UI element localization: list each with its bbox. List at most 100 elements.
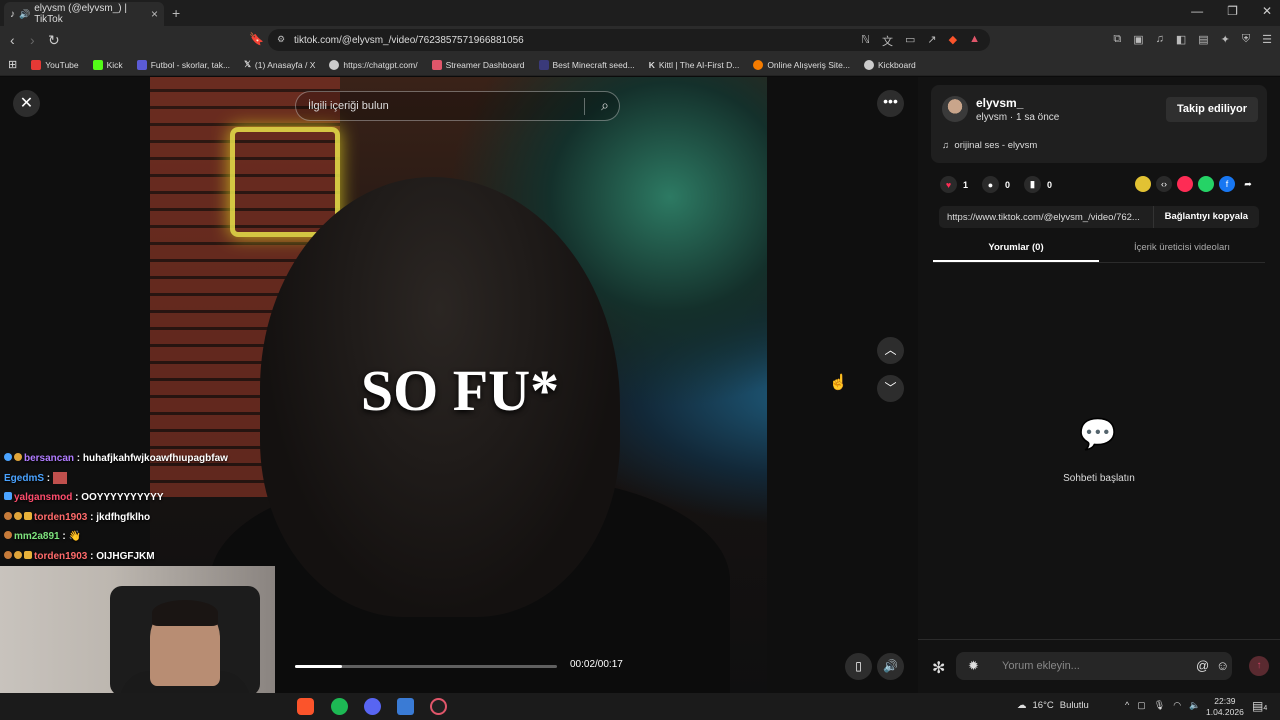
copy-link-button[interactable]: Bağlantıyı kopyala (1152, 206, 1259, 228)
follow-button[interactable]: Takip ediliyor (1166, 97, 1258, 122)
kickboard-icon (863, 59, 874, 70)
system-clock[interactable]: 22:39 1.04.2026 (1206, 696, 1244, 718)
repost-icon[interactable] (1135, 176, 1151, 192)
bookmark-kickboard[interactable]: Kickboard (863, 59, 916, 70)
chat-line: mm2a891 : 👋 (4, 527, 294, 547)
discord-taskbar-icon[interactable] (364, 698, 381, 715)
send-icon[interactable] (1177, 176, 1193, 192)
bookmark-x[interactable]: 𝕏 (1) Anasayfa / X (244, 59, 315, 70)
forward-icon[interactable]: › (30, 32, 35, 48)
toolbar-icons: ⧉ ▣ ♫ ◧ ▤ ✦ ⛨ ☰ (1113, 33, 1272, 46)
reader-icon[interactable]: ▭ (905, 33, 915, 49)
brave-shield-icon[interactable]: ◆ (949, 33, 957, 49)
clock-date: 1.04.2026 (1206, 707, 1244, 717)
weather-widget[interactable]: ☁ 16°C Bulutlu (1017, 700, 1089, 711)
translate-icon[interactable]: 文 (882, 33, 893, 49)
spotify-taskbar-icon[interactable] (331, 698, 348, 715)
kick-icon (92, 59, 103, 70)
app-taskbar-icon[interactable] (397, 698, 414, 715)
whatsapp-icon[interactable] (1198, 176, 1214, 192)
save-button[interactable]: ▮ 0 (1024, 176, 1052, 193)
bookmark-youtube[interactable]: YouTube (31, 59, 79, 70)
reload-icon[interactable]: ↻ (48, 32, 60, 49)
vpn-icon[interactable]: ⛨ (1242, 33, 1250, 46)
bookmark-kick[interactable]: Kick (92, 59, 123, 70)
chat-user: torden1903 (34, 550, 88, 562)
next-video-button[interactable]: ﹀ (877, 375, 904, 402)
badge-icon (14, 453, 22, 461)
chat-line: EgedmS : (4, 469, 294, 489)
bookmark-kittl[interactable]: K Kittl | The AI-First D... (649, 60, 740, 70)
brave-taskbar-icon[interactable] (297, 698, 314, 715)
share-arrow-icon[interactable]: ➦ (1240, 176, 1256, 192)
video-search-box[interactable]: İlgili içeriği bulun ⌕ (295, 91, 620, 121)
previous-video-button[interactable]: ︿ (877, 337, 904, 364)
video-neon-sign (230, 127, 340, 237)
bookmark-icon[interactable]: 🔖 (249, 32, 264, 46)
extension-icon[interactable]: ℕ (861, 33, 870, 49)
chevron-down-icon: ﹀ (884, 381, 897, 395)
sidebar-icon[interactable]: ◧ (1176, 33, 1186, 46)
embed-icon[interactable]: ‹› (1156, 176, 1172, 192)
speaker-icon[interactable]: 🔈 (1189, 700, 1200, 711)
mouse-cursor-icon: ☝ (829, 374, 848, 391)
share-icons: ‹› f ➦ (1135, 176, 1256, 192)
mention-icon[interactable]: @ (1196, 658, 1209, 673)
sticker-icon[interactable]: ✹ (968, 658, 979, 674)
avatar[interactable] (942, 96, 968, 122)
tab-comments[interactable]: Yorumlar (0) (933, 237, 1099, 262)
bookmark-shopping[interactable]: Online Alışveriş Site... (753, 59, 850, 70)
sidebar-tabs: Yorumlar (0) İçerik üreticisi videoları (933, 237, 1265, 263)
apps-grid-icon[interactable]: ⊞ (8, 58, 17, 71)
wallet-icon[interactable]: ▤ (1198, 33, 1208, 46)
tray-app-icon[interactable]: ▢ (1137, 700, 1146, 711)
tab-creator-videos[interactable]: İçerik üreticisi videoları (1099, 237, 1265, 262)
bookmark-futbol[interactable]: Futbol - skorlar, tak... (136, 59, 230, 70)
tray-chevron-icon[interactable]: ^ (1125, 700, 1129, 711)
clock-time: 22:39 (1214, 696, 1236, 706)
more-options-button[interactable]: ••• (877, 90, 904, 117)
comment-input[interactable]: ✹ Yorum ekleyin... @ ☺ (956, 652, 1232, 680)
screenshot-icon[interactable]: ▣ (1133, 33, 1143, 46)
leo-ai-icon[interactable]: ✦ (1221, 33, 1230, 46)
snowflake-icon[interactable]: ✻ (932, 658, 945, 678)
volume-button[interactable]: 🔊 (877, 653, 904, 680)
like-button[interactable]: ♥ 1 (940, 176, 968, 193)
bookmark-icon: ▮ (1024, 176, 1042, 193)
music-title: orijinal ses - elyvsm (954, 140, 1038, 151)
wifi-icon[interactable]: ◠ (1173, 700, 1181, 711)
music-link[interactable]: ♫ orijinal ses - elyvsm (942, 140, 1037, 151)
media-icon[interactable]: ♫ (1156, 33, 1164, 46)
facebook-icon[interactable]: f (1219, 176, 1235, 192)
close-video-button[interactable]: ✕ (13, 90, 40, 117)
send-comment-button[interactable]: ↑ (1249, 656, 1269, 676)
bookmark-minecraft[interactable]: Best Minecraft seed... (538, 59, 635, 70)
video-link[interactable]: https://www.tiktok.com/@elyvsm_/video/76… (947, 212, 1140, 223)
video-time: 00:02/00:17 (570, 659, 623, 670)
notification-icon[interactable]: ▤4 (1252, 699, 1267, 713)
search-icon[interactable]: ⌕ (601, 97, 609, 114)
bookmark-streamer-dashboard[interactable]: Streamer Dashboard (431, 59, 525, 70)
floating-player-button[interactable]: ▯ (845, 653, 872, 680)
video-progress-bar[interactable] (295, 665, 557, 668)
browser-tab[interactable]: ♪ 🔊 elyvsm (@elyvsm_) | TikTok × (4, 2, 164, 26)
site-info-icon[interactable]: ⚙ (277, 34, 285, 45)
extensions-icon[interactable]: ⧉ (1113, 33, 1121, 46)
microphone-icon[interactable]: 🎙 (1154, 700, 1165, 711)
badge-icon (4, 453, 12, 461)
close-window-button[interactable]: ✕ (1262, 4, 1272, 18)
navigation-bar: ‹ › ↻ 🔖 ⚙ tiktok.com/@elyvsm_/video/7623… (0, 26, 1280, 54)
emoji-icon[interactable]: ☺ (1216, 658, 1229, 673)
tab-close-button[interactable]: × (151, 7, 158, 21)
obs-taskbar-icon[interactable] (430, 698, 447, 715)
brave-rewards-icon[interactable]: ▲ (969, 33, 980, 49)
comment-button[interactable]: ● 0 (982, 176, 1010, 193)
bookmark-chatgpt[interactable]: https://chatgpt.com/ (329, 59, 418, 70)
author-name[interactable]: elyvsm_ (976, 96, 1023, 110)
minimize-button[interactable]: — (1191, 4, 1203, 18)
back-icon[interactable]: ‹ (10, 32, 15, 48)
new-tab-button[interactable]: + (172, 5, 180, 21)
share-icon[interactable]: ↗ (927, 33, 936, 49)
menu-icon[interactable]: ☰ (1262, 33, 1272, 46)
maximize-button[interactable]: ❐ (1227, 4, 1238, 18)
